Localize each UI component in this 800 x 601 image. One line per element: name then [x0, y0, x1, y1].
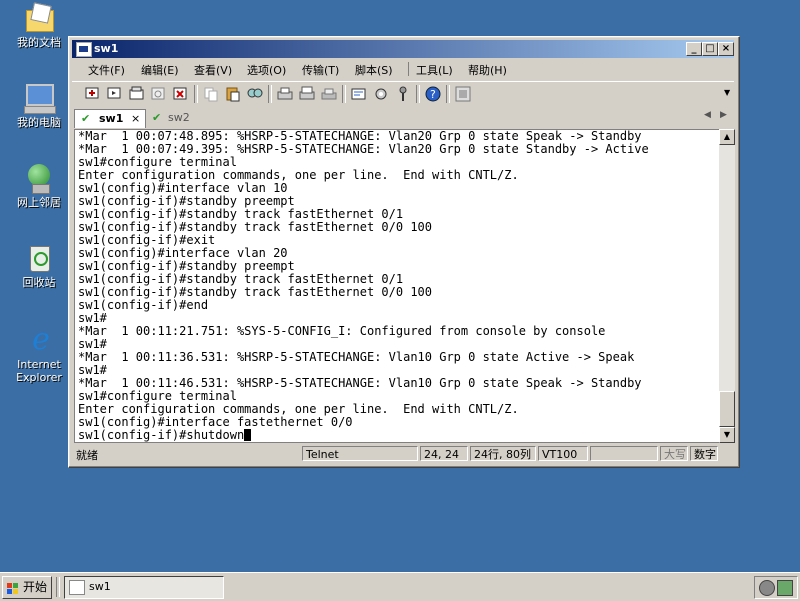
computer-icon — [22, 82, 56, 114]
terminal-line: sw1(config-if)#shutdown — [75, 429, 720, 442]
svg-text:?: ? — [430, 88, 436, 101]
status-empty — [590, 446, 658, 461]
print-icon[interactable] — [276, 85, 294, 103]
status-bar: 就绪 Telnet 24, 24 24行, 80列 VT100 大写 数字 — [72, 445, 734, 463]
securecrt-window: sw1 _ □ × 文件(F) 编辑(E) 查看(V) 选项(O) 传输(T) … — [68, 36, 740, 468]
minimize-button[interactable]: _ — [686, 42, 702, 56]
terminal-cursor — [244, 429, 252, 441]
status-ready: 就绪 — [76, 449, 98, 462]
toolbar-chevron-icon[interactable]: ▼ — [724, 88, 730, 97]
desktop-icon-label: 回收站 — [22, 276, 56, 289]
window-title: sw1 — [94, 42, 119, 55]
toolbar-separator — [446, 85, 450, 103]
desktop-icon-label: Internet Explorer — [16, 358, 62, 384]
tab-scroll-right-icon[interactable]: ▶ — [720, 110, 727, 120]
status-emulation: VT100 — [538, 446, 588, 461]
disconnect-icon[interactable] — [172, 85, 190, 103]
status-caps: 大写 — [660, 446, 688, 461]
session-tabs: ✔ sw1 × ✔ sw2 ◀ ▶ — [72, 107, 734, 129]
print-selection-icon[interactable] — [298, 85, 316, 103]
quick-connect-icon[interactable] — [106, 85, 124, 103]
tab-label: sw2 — [168, 111, 190, 124]
vertical-scrollbar[interactable]: ▲ ▼ — [719, 129, 735, 443]
tab-close-icon[interactable]: × — [131, 110, 140, 128]
terminal-line: *Mar 1 00:11:36.531: %HSRP-5-STATECHANGE… — [78, 350, 635, 364]
menu-options[interactable]: 选项(O) — [247, 62, 286, 78]
global-options-icon[interactable] — [372, 85, 390, 103]
start-label: 开始 — [23, 580, 48, 594]
tray-network-icon[interactable] — [777, 580, 793, 596]
taskbar-item-sw1[interactable]: sw1 — [64, 576, 224, 599]
status-terminal-size: 24行, 80列 — [470, 446, 536, 461]
reconnect-icon[interactable] — [150, 85, 168, 103]
taskbar-separator — [56, 577, 60, 597]
taskbar: 开始 sw1 — [0, 572, 800, 601]
menu-edit[interactable]: 编辑(E) — [141, 62, 179, 78]
connected-check-icon: ✔ — [152, 111, 162, 124]
app-icon — [69, 580, 85, 595]
desktop-icon-internet-explorer[interactable]: e Internet Explorer — [6, 322, 72, 385]
system-tray — [754, 576, 798, 599]
toolbar: ? ▼ — [72, 81, 734, 106]
scroll-thumb[interactable] — [719, 391, 735, 427]
status-cursor-position: 24, 24 — [420, 446, 468, 461]
desktop-icon-label: 我的电脑 — [17, 116, 61, 129]
menu-file[interactable]: 文件(F) — [88, 62, 125, 78]
about-icon[interactable] — [454, 85, 472, 103]
tray-volume-icon[interactable] — [759, 580, 775, 596]
status-protocol: Telnet — [302, 446, 418, 461]
desktop-icon-network[interactable]: 网上邻居 — [6, 162, 72, 209]
desktop-icon-label: 我的文档 — [17, 36, 61, 49]
terminal-line: sw1(config-if)#end — [78, 298, 209, 312]
windows-logo-icon — [7, 581, 19, 594]
tab-scroll-left-icon[interactable]: ◀ — [704, 110, 711, 120]
copy-icon[interactable] — [202, 85, 220, 103]
desktop-icon-recycle-bin[interactable]: 回收站 — [6, 242, 72, 289]
connect-tab-icon[interactable] — [128, 85, 146, 103]
menu-bar: 文件(F) 编辑(E) 查看(V) 选项(O) 传输(T) 脚本(S) 工具(L… — [72, 59, 734, 79]
session-options-icon[interactable] — [350, 85, 368, 103]
start-button[interactable]: 开始 — [2, 576, 52, 599]
toolbar-separator — [416, 85, 420, 103]
menu-view[interactable]: 查看(V) — [194, 62, 232, 78]
tab-sw1[interactable]: ✔ sw1 × — [74, 109, 146, 128]
taskbar-item-label: sw1 — [89, 580, 111, 593]
terminal-output[interactable]: *Mar 1 00:07:48.895: %HSRP-5-STATECHANGE… — [74, 129, 721, 443]
menu-help[interactable]: 帮助(H) — [468, 62, 507, 78]
scroll-down-icon[interactable]: ▼ — [719, 427, 735, 443]
paste-icon[interactable] — [224, 85, 242, 103]
connected-check-icon: ✔ — [81, 112, 91, 125]
close-button[interactable]: × — [718, 42, 734, 56]
printer-icon[interactable] — [320, 85, 338, 103]
maximize-button[interactable]: □ — [702, 42, 718, 56]
status-num: 数字 — [690, 446, 718, 461]
menu-script[interactable]: 脚本(S) — [355, 62, 393, 78]
menu-transfer[interactable]: 传输(T) — [302, 62, 339, 78]
desktop-icon-my-documents[interactable]: 我的文档 — [6, 2, 72, 49]
help-icon[interactable]: ? — [424, 85, 442, 103]
connect-icon[interactable] — [84, 85, 102, 103]
internet-explorer-icon: e — [32, 322, 50, 357]
menu-separator — [408, 62, 409, 76]
keymap-icon[interactable] — [394, 85, 412, 103]
recycle-bin-icon — [22, 242, 56, 274]
title-bar[interactable]: sw1 _ □ × — [72, 40, 734, 58]
tab-label: sw1 — [99, 112, 124, 125]
network-globe-icon — [22, 162, 56, 194]
toolbar-separator — [268, 85, 272, 103]
terminal-line: *Mar 1 00:11:21.751: %SYS-5-CONFIG_I: Co… — [78, 324, 606, 338]
tab-sw2[interactable]: ✔ sw2 — [150, 109, 200, 127]
app-icon — [76, 42, 92, 57]
find-icon[interactable] — [246, 85, 264, 103]
toolbar-separator — [342, 85, 346, 103]
toolbar-separator — [194, 85, 198, 103]
desktop-icon-label: 网上邻居 — [17, 196, 61, 209]
menu-tools[interactable]: 工具(L) — [416, 62, 453, 78]
folder-icon — [22, 2, 56, 34]
desktop-icon-my-computer[interactable]: 我的电脑 — [6, 82, 72, 129]
scroll-up-icon[interactable]: ▲ — [719, 129, 735, 145]
